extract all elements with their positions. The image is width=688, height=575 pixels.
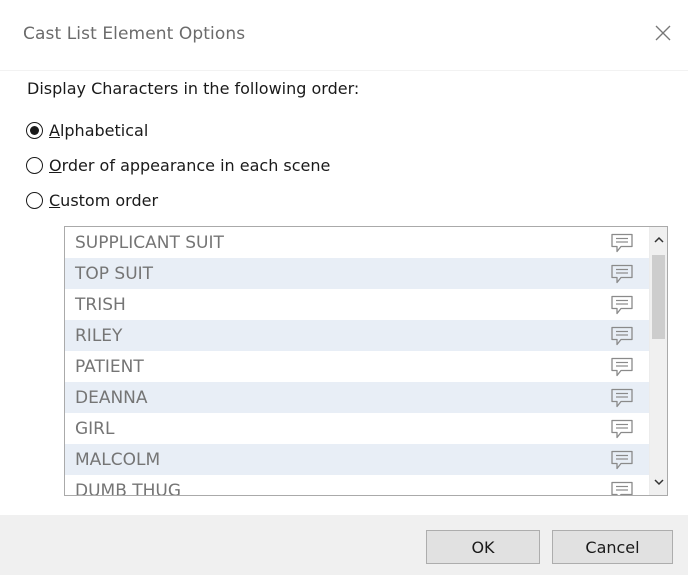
list-item[interactable]: DEANNA (65, 382, 651, 413)
list-item[interactable]: PATIENT (65, 351, 651, 382)
radio-custom-order[interactable]: Custom order (26, 188, 158, 212)
list-item[interactable]: TOP SUIT (65, 258, 651, 289)
radio-label: Custom order (49, 190, 159, 210)
list-item[interactable]: MALCOLM (65, 444, 651, 475)
character-name: RILEY (75, 326, 123, 346)
title-divider (0, 70, 688, 71)
comment-icon[interactable] (609, 418, 635, 440)
cancel-button[interactable]: Cancel (552, 530, 673, 564)
character-name: SUPPLICANT SUIT (75, 233, 224, 253)
list-item[interactable]: RILEY (65, 320, 651, 351)
vertical-scrollbar[interactable] (649, 227, 667, 495)
character-name: GIRL (75, 419, 115, 439)
dialog-title: Cast List Element Options (23, 24, 246, 44)
radio-selected-dot (30, 125, 39, 135)
radio-label: Order of appearance in each scene (49, 155, 331, 175)
character-name: TOP SUIT (75, 264, 154, 284)
list-item[interactable]: TRISH (65, 289, 651, 320)
comment-icon[interactable] (609, 325, 635, 347)
list-item[interactable]: DUMB THUG (65, 475, 651, 496)
scroll-down-button[interactable] (650, 471, 667, 493)
radio-button[interactable] (26, 191, 43, 209)
character-name: PATIENT (75, 357, 144, 377)
order-prompt: Display Characters in the following orde… (27, 79, 360, 98)
radio-order-of-appearance[interactable]: Order of appearance in each scene (26, 153, 330, 177)
comment-icon[interactable] (609, 356, 635, 378)
comment-icon[interactable] (609, 480, 635, 495)
scroll-up-button[interactable] (650, 229, 667, 251)
comment-icon[interactable] (609, 449, 635, 471)
list-item[interactable]: GIRL (65, 413, 651, 444)
scroll-thumb[interactable] (652, 255, 665, 339)
close-button[interactable] (652, 22, 674, 44)
character-name: MALCOLM (75, 450, 161, 470)
radio-button[interactable] (26, 156, 43, 174)
cast-list-options-dialog: Cast List Element Options Display Charac… (0, 0, 688, 575)
comment-icon[interactable] (609, 232, 635, 254)
radio-button[interactable] (26, 121, 43, 139)
character-listbox[interactable]: SUPPLICANT SUIT TOP SUIT TRISH RILEY PATIENT… (64, 226, 668, 496)
chevron-down-icon (653, 479, 664, 486)
chevron-up-icon (653, 236, 664, 243)
radio-label: Alphabetical (49, 120, 149, 140)
ok-button[interactable]: OK (426, 530, 540, 564)
comment-icon[interactable] (609, 387, 635, 409)
list-item[interactable]: SUPPLICANT SUIT (65, 227, 651, 258)
radio-alphabetical[interactable]: Alphabetical (26, 118, 148, 142)
character-name: TRISH (75, 295, 126, 315)
comment-icon[interactable] (609, 294, 635, 316)
comment-icon[interactable] (609, 263, 635, 285)
title-bar: Cast List Element Options (0, 0, 688, 70)
close-icon (655, 25, 671, 41)
character-name: DUMB THUG (75, 481, 182, 496)
character-list-rows: SUPPLICANT SUIT TOP SUIT TRISH RILEY PATIENT… (65, 227, 651, 496)
character-name: DEANNA (75, 388, 148, 408)
